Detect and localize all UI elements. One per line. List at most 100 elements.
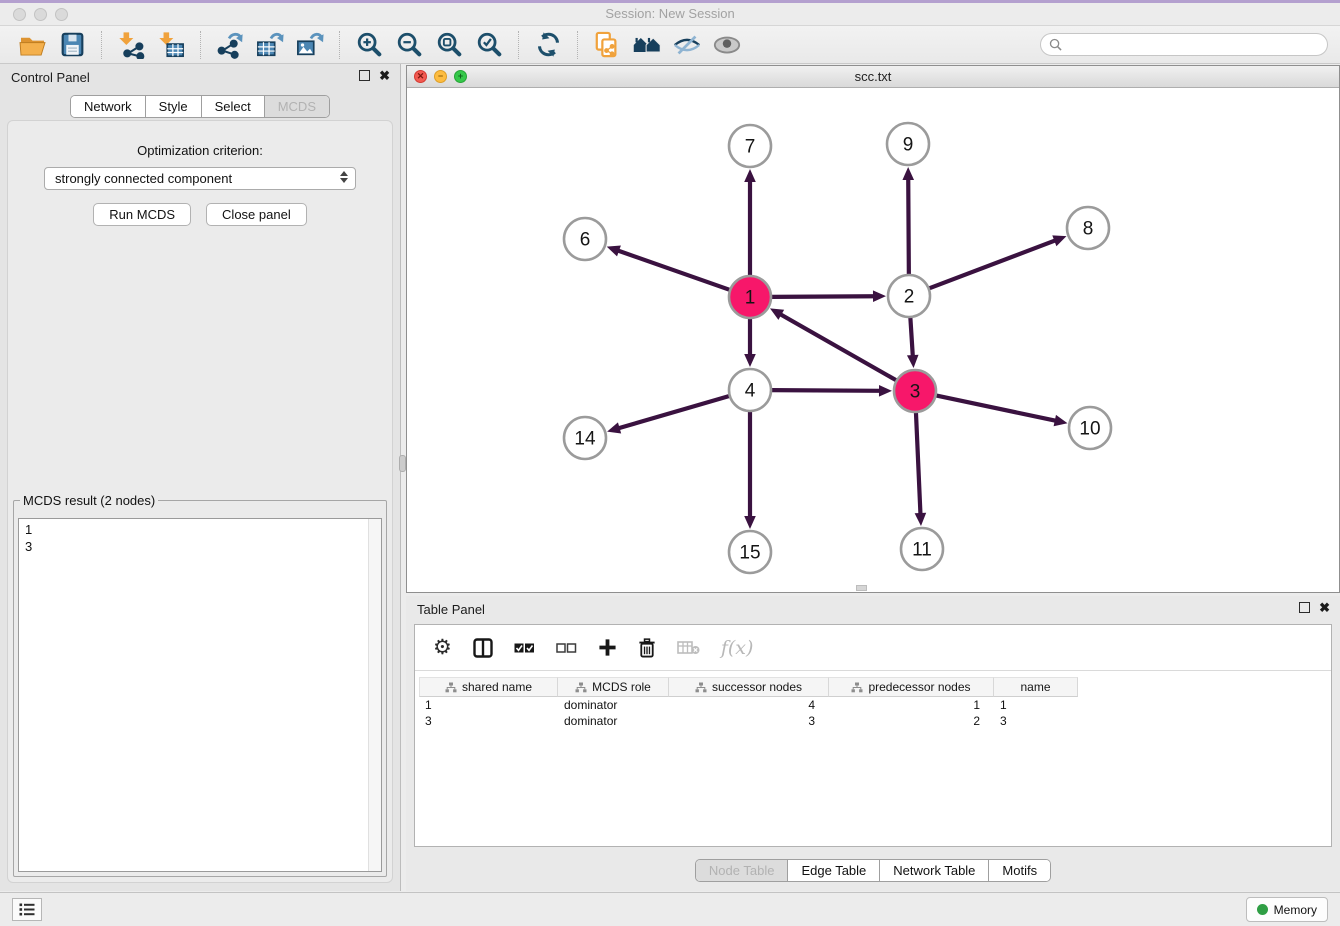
column-header-predecessor-nodes[interactable]: predecessor nodes [829,677,994,697]
edge-3-11[interactable] [915,413,927,526]
export-network-button[interactable] [210,28,250,62]
edge-1-7[interactable] [744,169,756,275]
network-close-button[interactable]: ✕ [414,70,427,83]
task-history-button[interactable] [12,898,42,921]
zoom-out-button[interactable] [389,28,429,62]
result-scrollbar[interactable] [368,519,381,871]
deselect-all-button[interactable] [556,641,577,655]
cell-shared-name[interactable]: 3 [419,713,558,729]
memory-button[interactable]: Memory [1246,897,1328,922]
column-header-shared-name[interactable]: shared name [419,677,558,697]
memory-status-icon [1257,904,1268,915]
graph-node-3[interactable]: 3 [894,370,936,412]
cell-MCDS-role[interactable]: dominator [558,697,669,713]
table-tab-motifs[interactable]: Motifs [988,860,1050,881]
graph-node-9[interactable]: 9 [887,123,929,165]
delete-column-button[interactable] [677,640,700,655]
home-first-neighbors-button[interactable] [627,28,667,62]
float-panel-icon[interactable] [359,70,370,81]
edge-1-4[interactable] [744,319,756,367]
close-panel-button[interactable]: Close panel [206,203,307,226]
graph-node-6[interactable]: 6 [564,218,606,260]
export-table-button[interactable] [250,28,290,62]
edge-1-6[interactable] [607,245,730,289]
table-tab-edge-table[interactable]: Edge Table [787,860,879,881]
table-row[interactable]: 3dominator323 [419,713,1327,729]
panel-divider-handle[interactable] [399,455,406,472]
network-minimize-button[interactable]: − [434,70,447,83]
graph-node-7[interactable]: 7 [729,125,771,167]
window-traffic-lights[interactable] [13,8,68,21]
graph-node-10[interactable]: 10 [1069,407,1111,449]
cell-MCDS-role[interactable]: dominator [558,713,669,729]
search-input[interactable] [1062,38,1327,52]
export-image-button[interactable] [290,28,330,62]
delete-entries-button[interactable] [638,638,656,658]
network-from-clipboard-button[interactable] [587,28,627,62]
tab-network[interactable]: Network [71,96,145,117]
table-options-button[interactable]: ⚙ [433,637,452,658]
column-header-MCDS-role[interactable]: MCDS role [558,677,669,697]
function-builder-button[interactable]: f(x) [721,637,754,659]
table-tab-node-table[interactable]: Node Table [696,860,788,881]
edge-3-10[interactable] [937,396,1068,427]
network-window-titlebar[interactable]: ✕ − + scc.txt [407,66,1339,88]
cell-successor-nodes[interactable]: 4 [669,697,829,713]
graph-node-11[interactable]: 11 [901,528,943,570]
cell-name[interactable]: 3 [994,713,1078,729]
cell-predecessor-nodes[interactable]: 1 [829,697,994,713]
cell-predecessor-nodes[interactable]: 2 [829,713,994,729]
edge-4-14[interactable] [607,396,729,433]
column-header-name[interactable]: name [994,677,1078,697]
minimize-window-button[interactable] [34,8,47,21]
run-mcds-button[interactable]: Run MCDS [93,203,191,226]
graph-node-2[interactable]: 2 [888,275,930,317]
edge-1-2[interactable] [772,290,886,302]
table-row[interactable]: 1dominator411 [419,697,1327,713]
network-canvas[interactable]: 7 9 6 8 1 2 4 3 14 10 15 11 [407,88,1339,592]
network-graph[interactable]: 7 9 6 8 1 2 4 3 14 10 15 11 [407,88,1339,592]
mcds-result-box[interactable]: 1 3 [18,518,382,872]
graph-node-15[interactable]: 15 [729,531,771,573]
search-field[interactable] [1040,33,1328,56]
close-panel-icon[interactable]: ✖ [379,70,390,81]
float-table-panel-icon[interactable] [1299,602,1310,613]
graph-node-4[interactable]: 4 [729,369,771,411]
save-session-button[interactable] [52,28,92,62]
zoom-in-button[interactable] [349,28,389,62]
criterion-dropdown[interactable]: strongly connected component [44,167,356,190]
close-window-button[interactable] [13,8,26,21]
apply-layout-button[interactable] [528,28,568,62]
column-header-successor-nodes[interactable]: successor nodes [669,677,829,697]
import-table-button[interactable] [151,28,191,62]
edge-3-1[interactable] [770,308,896,380]
tab-select[interactable]: Select [201,96,264,117]
import-network-button[interactable] [111,28,151,62]
tab-mcds[interactable]: MCDS [264,96,329,117]
edge-2-3[interactable] [907,318,919,368]
graph-node-1[interactable]: 1 [729,276,771,318]
cell-shared-name[interactable]: 1 [419,697,558,713]
show-columns-button[interactable] [473,638,493,658]
tab-style[interactable]: Style [145,96,201,117]
edge-4-15[interactable] [744,412,756,529]
edge-2-8[interactable] [930,235,1067,288]
graph-node-14[interactable]: 14 [564,417,606,459]
zoom-window-button[interactable] [55,8,68,21]
table-tab-network-table[interactable]: Network Table [879,860,988,881]
open-session-button[interactable] [12,28,52,62]
cell-name[interactable]: 1 [994,697,1078,713]
network-scroll-thumb[interactable] [856,585,867,591]
zoom-fit-button[interactable] [429,28,469,62]
select-all-button[interactable] [514,641,535,655]
show-all-button[interactable] [707,28,747,62]
edge-4-3[interactable] [772,385,892,397]
hide-selected-button[interactable] [667,28,707,62]
network-zoom-button[interactable]: + [454,70,467,83]
cell-successor-nodes[interactable]: 3 [669,713,829,729]
close-table-panel-icon[interactable]: ✖ [1319,602,1330,613]
zoom-selected-button[interactable] [469,28,509,62]
add-row-button[interactable] [598,638,617,657]
edge-2-9[interactable] [902,167,914,274]
graph-node-8[interactable]: 8 [1067,207,1109,249]
